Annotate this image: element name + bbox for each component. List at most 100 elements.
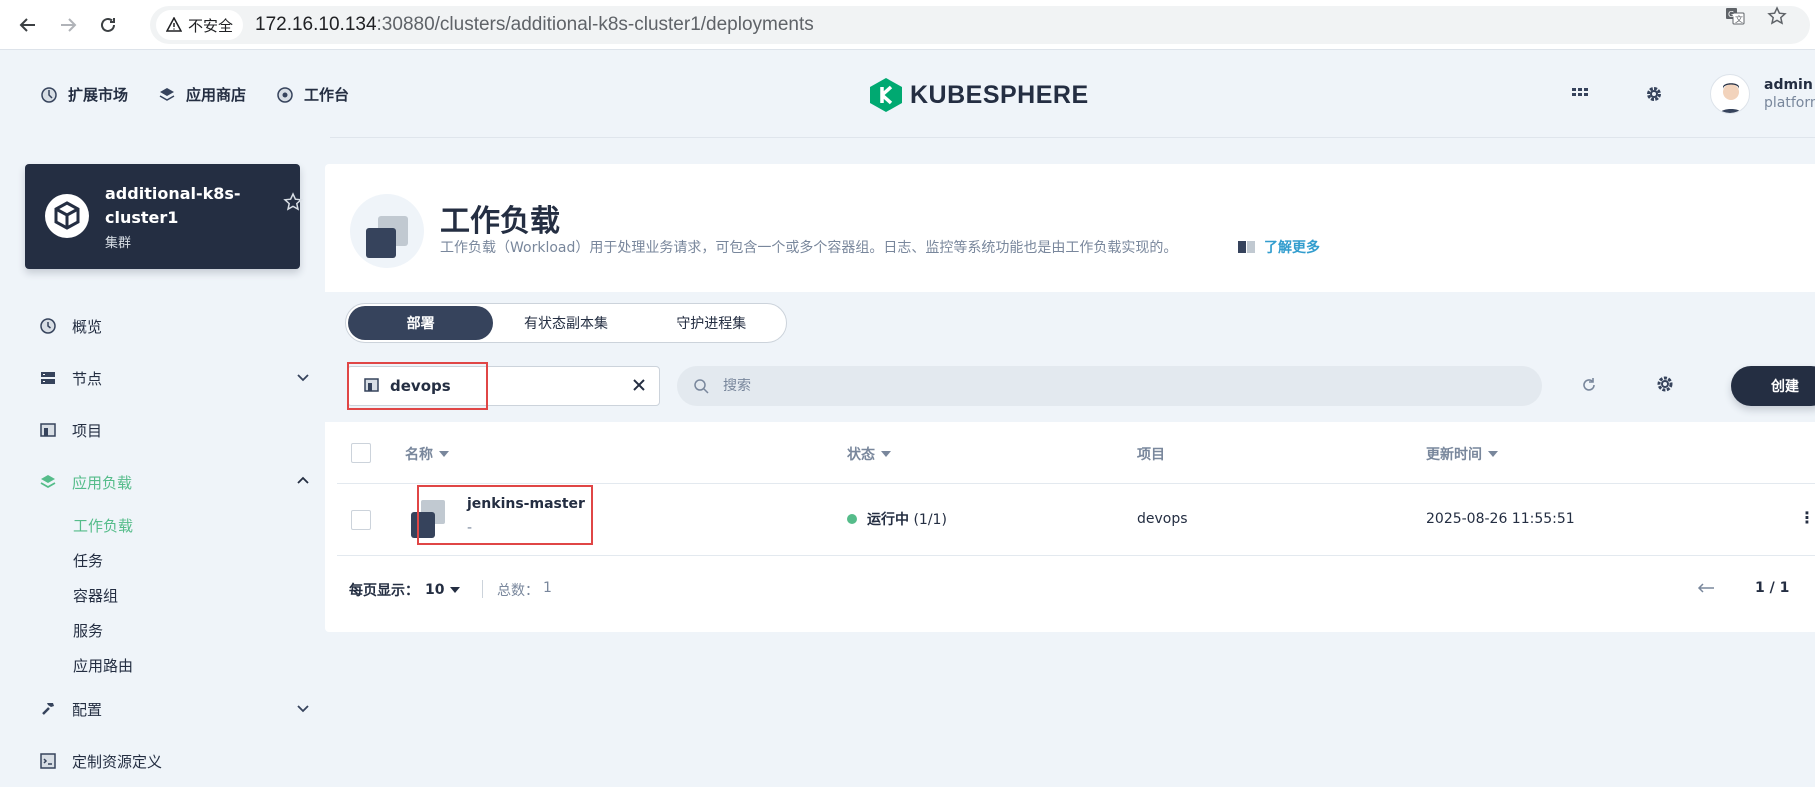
sidebar-item-projects[interactable]: 项目 [40,404,310,456]
refresh-icon[interactable] [1580,376,1598,394]
caret-down-icon [439,451,449,457]
address-bar[interactable]: 不安全 172.16.10.134:30880/clusters/additio… [150,6,1810,44]
total-count: 总数： 1 [497,580,552,600]
column-updated[interactable]: 更新时间 [1426,444,1498,464]
nav-workbench[interactable]: 工作台 [276,84,349,105]
sidebar-subitem-pods[interactable]: 容器组 [73,578,310,613]
pager-divider [482,580,483,598]
hammer-icon [42,703,54,715]
sidebar-item-crds[interactable]: 定制资源定义 [40,735,310,787]
user-info[interactable]: admin platform [1764,76,1815,112]
app-store-icon [159,87,175,101]
translate-icon[interactable]: G文 [1725,6,1745,26]
url-host: 172.16.10.134 [255,14,377,35]
row-checkbox[interactable] [351,510,371,530]
reload-icon [101,17,115,32]
logo-text: KUBESPHERE [910,80,1089,109]
kubesphere-logo[interactable]: KUBESPHERE [870,78,1089,112]
security-indicator[interactable]: 不安全 [156,10,244,40]
top-nav-divider [330,137,1815,138]
sidebar-subitem-jobs[interactable]: 任务 [73,543,310,578]
previous-page-button[interactable] [1697,578,1715,599]
column-project-label: 项目 [1137,447,1165,463]
sidebar-item-nodes[interactable]: 节点 [40,352,310,404]
page-size-selector[interactable]: 每页显示： 10 [349,580,461,600]
platform-settings-button[interactable] [1634,74,1674,114]
grid-icon [1572,88,1588,96]
sidebar-item-configuration[interactable]: 配置 [40,683,310,735]
tab-daemonsets[interactable]: 守护进程集 [639,306,784,340]
arrow-right-icon [61,17,77,32]
table-header: 名称 状态 项目 更新时间 [337,422,1815,484]
forward-button[interactable] [48,5,88,45]
url-text: 172.16.10.134:30880/clusters/additional-… [255,14,814,36]
page-title: 工作负载 [440,204,560,239]
nav-app-store[interactable]: 应用商店 [158,84,246,105]
sidebar-item-label: 定制资源定义 [72,752,163,771]
cluster-card[interactable]: additional-k8s-cluster1 集群 [25,164,303,269]
avatar[interactable] [1710,74,1750,114]
user-name: admin [1764,77,1813,93]
chevron-down-icon [297,374,309,382]
column-project: 项目 [1137,444,1165,464]
page-header-icon [350,194,424,268]
nav-extensions[interactable]: 扩展市场 [40,84,128,105]
gear-icon [1647,87,1661,101]
reload-button[interactable] [88,5,128,45]
star-icon[interactable] [283,192,303,212]
sidebar-subitem-workloads[interactable]: 工作负载 [73,508,310,543]
app-workloads-icon [40,475,56,489]
total-value: 1 [543,580,552,596]
learn-more-link[interactable]: 了解更多 [1238,237,1320,257]
bookmark-star-icon[interactable] [1767,6,1787,26]
column-status-label: 状态 [847,447,875,463]
back-button[interactable] [8,5,48,45]
search-input[interactable] [723,378,1503,394]
workload-tabs: 部署 有状态副本集 守护进程集 [345,303,787,343]
sidebar-item-label: 应用负载 [72,473,133,492]
sidebar-item-label: 配置 [72,700,103,719]
replica-count: (1/1) [913,512,947,528]
app-launcher-button[interactable] [1560,74,1600,114]
sidebar-subitem-services[interactable]: 服务 [73,613,310,648]
tab-statefulsets[interactable]: 有状态副本集 [493,306,638,340]
table-settings-icon[interactable] [1655,374,1675,394]
workloads-table: 名称 状态 项目 更新时间 jenkins-master - 运行中 (1/1)… [337,422,1815,556]
column-status[interactable]: 状态 [847,444,891,464]
crd-icon [40,753,56,769]
more-actions-icon[interactable]: ⋮ [1799,508,1815,527]
nav-extensions-label: 扩展市场 [68,86,129,104]
sidebar-menu: 概览 节点 项目 应用负载 工作负载 任务 容器组 服务 应用路由 配置 定制资… [40,300,310,787]
column-name[interactable]: 名称 [405,444,449,464]
sidebar-subitem-ingresses[interactable]: 应用路由 [73,648,310,683]
cluster-type: 集群 [105,236,132,251]
status-dot [847,514,857,524]
close-icon[interactable] [631,377,647,393]
dashboard-icon [40,318,56,334]
app-workloads-submenu: 工作负载 任务 容器组 服务 应用路由 [40,508,310,683]
nav-app-store-label: 应用商店 [186,86,247,104]
page-size-value: 10 [425,582,445,598]
pagination: 每页显示： 10 总数： 1 1 / 1 [325,558,1815,620]
column-updated-label: 更新时间 [1426,447,1482,463]
sidebar-item-label: 项目 [72,421,103,440]
search-bar[interactable] [677,366,1542,406]
status-badge: 运行中 (1/1) [847,509,947,529]
highlight-box-workload [417,485,593,545]
project-icon [40,423,56,437]
create-button[interactable]: 创建 [1731,366,1815,406]
workload-icon [366,216,408,258]
tabs-band: 部署 有状态副本集 守护进程集 [325,292,1815,354]
nav-workbench-label: 工作台 [304,86,350,104]
main-panel: 工作负载 工作负载（Workload）用于处理业务请求，可包含一个或多个容器组。… [325,164,1815,632]
sidebar-item-overview[interactable]: 概览 [40,300,310,352]
sidebar-item-app-workloads[interactable]: 应用负载 [40,456,310,508]
column-name-label: 名称 [405,447,433,463]
select-all-checkbox[interactable] [351,443,371,463]
chevron-down-icon [297,705,309,713]
table-row[interactable]: jenkins-master - 运行中 (1/1) devops 2025-0… [337,484,1815,556]
url-path: :30880/clusters/additional-k8s-cluster1/… [376,14,814,35]
nodes-icon [41,372,55,384]
page-indicator: 1 / 1 [1755,580,1790,596]
tab-deployments[interactable]: 部署 [348,306,494,340]
